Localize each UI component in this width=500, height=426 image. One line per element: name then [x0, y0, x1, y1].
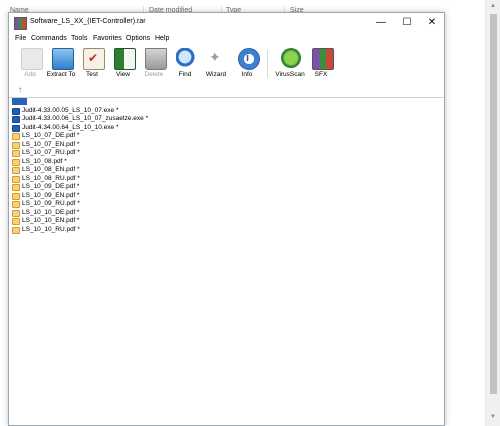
file-name: LS_10_10_RU.pdf *: [22, 225, 80, 233]
list-item[interactable]: LS_10_08.pdf *: [9, 158, 442, 167]
pdf-file-icon: [12, 167, 20, 174]
pdf-file-icon: [12, 192, 20, 200]
pdf-file-icon: [12, 141, 20, 149]
file-name: LS_10_09_DE.pdf *: [22, 183, 80, 190]
menu-file[interactable]: File: [15, 35, 26, 42]
list-item[interactable]: LS_10_09_DE.pdf *: [9, 183, 442, 192]
exe-file-icon: [12, 107, 20, 115]
file-name: LS_10_09_EN.pdf *: [22, 191, 80, 199]
exe-file-icon: [12, 124, 20, 132]
test-clipboard-icon: ✔: [83, 48, 105, 70]
trash-icon: [145, 48, 167, 70]
file-name: Judit-4.33.00.06_LS_10_07_zusaetze.exe *: [22, 115, 149, 122]
sfx-icon: [312, 48, 334, 70]
view-book-icon: [114, 48, 136, 70]
menu-favorites[interactable]: Favorites: [93, 35, 122, 42]
list-item[interactable]: LS_10_09_RU.pdf *: [9, 200, 442, 209]
sfx-label: SFX: [314, 71, 328, 78]
file-name: LS_10_08_EN.pdf *: [22, 166, 80, 173]
list-item[interactable]: LS_10_10_DE.pdf *: [9, 209, 442, 218]
scroll-up-icon[interactable]: ▲: [490, 3, 496, 9]
pdf-file-icon: [12, 184, 20, 191]
list-item[interactable]: LS_10_07_DE.pdf *: [9, 132, 442, 141]
extract-folder-icon: [52, 48, 74, 70]
list-item[interactable]: LS_10_10_EN.pdf *: [9, 217, 442, 226]
list-item[interactable]: LS_10_08_EN.pdf *: [9, 166, 442, 175]
file-name: Judit-4.33.00.05_LS_10_07.exe *: [22, 106, 119, 114]
parent-folder-row[interactable]: [9, 98, 442, 107]
menu-help[interactable]: Help: [155, 35, 169, 42]
close-button[interactable]: ✕: [420, 13, 444, 33]
menu-options[interactable]: Options: [126, 35, 150, 42]
file-name: LS_10_07_DE.pdf *: [22, 132, 80, 139]
info-icon: i: [238, 48, 260, 70]
exe-file-icon: [12, 116, 20, 123]
parent-folder-icon: [12, 98, 27, 105]
scrollbar-thumb[interactable]: [490, 14, 497, 394]
pdf-file-icon: [12, 201, 20, 208]
list-item[interactable]: LS_10_07_EN.pdf *: [9, 141, 442, 150]
magnifier-icon: [176, 48, 196, 68]
file-name: LS_10_10_EN.pdf *: [22, 217, 80, 224]
toolbar: Add Extract To ✔ Test View Delete Find ✦: [9, 46, 444, 84]
navigation-row: ↑: [9, 84, 444, 98]
scroll-down-icon[interactable]: ▼: [490, 414, 496, 420]
maximize-button[interactable]: ☐: [395, 13, 419, 33]
menu-tools[interactable]: Tools: [71, 35, 87, 42]
pdf-file-icon: [12, 175, 20, 183]
list-item[interactable]: Judit-4.34.00.64_LS_10_10.exe *: [9, 124, 442, 133]
window-title: Software_LS_XX_(IET-Controller).rar: [30, 18, 146, 25]
file-name: LS_10_09_RU.pdf *: [22, 200, 80, 207]
pdf-file-icon: [12, 133, 20, 140]
pdf-file-icon: [12, 226, 20, 234]
title-bar[interactable]: Software_LS_XX_(IET-Controller).rar — ☐ …: [9, 13, 444, 33]
winrar-app-icon: [14, 17, 27, 30]
info-button[interactable]: i Info: [228, 46, 266, 84]
pdf-file-icon: [12, 158, 20, 166]
pdf-file-icon: [12, 218, 20, 225]
list-item[interactable]: LS_10_08_RU.pdf *: [9, 175, 442, 184]
list-item[interactable]: LS_10_07_RU.pdf *: [9, 149, 442, 158]
list-item[interactable]: LS_10_09_EN.pdf *: [9, 192, 442, 201]
file-name: LS_10_10_DE.pdf *: [22, 208, 80, 216]
file-name: LS_10_07_EN.pdf *: [22, 140, 80, 148]
pdf-file-icon: [12, 150, 20, 157]
up-one-level-icon[interactable]: ↑: [18, 85, 22, 94]
sfx-button[interactable]: SFX: [302, 46, 340, 84]
file-name: LS_10_08.pdf *: [22, 157, 67, 165]
archive-file-list[interactable]: Judit-4.33.00.05_LS_10_07.exe * Judit-4.…: [9, 98, 442, 423]
virus-scan-icon: [281, 48, 301, 68]
background-scrollbar[interactable]: ▲ ▼: [485, 0, 500, 426]
wand-icon: ✦: [209, 49, 221, 65]
winrar-window: Software_LS_XX_(IET-Controller).rar — ☐ …: [8, 12, 445, 426]
file-name: LS_10_08_RU.pdf *: [22, 174, 80, 182]
list-item[interactable]: LS_10_10_RU.pdf *: [9, 226, 442, 235]
file-name: LS_10_07_RU.pdf *: [22, 149, 80, 156]
menu-commands[interactable]: Commands: [31, 35, 67, 42]
minimize-button[interactable]: —: [369, 13, 393, 33]
file-name: Judit-4.34.00.64_LS_10_10.exe *: [22, 123, 119, 131]
pdf-file-icon: [12, 209, 20, 217]
list-item[interactable]: Judit-4.33.00.05_LS_10_07.exe *: [9, 107, 442, 116]
menu-bar: File Commands Tools Favorites Options He…: [9, 33, 444, 46]
list-item[interactable]: Judit-4.33.00.06_LS_10_07_zusaetze.exe *: [9, 115, 442, 124]
add-icon: [21, 48, 43, 70]
